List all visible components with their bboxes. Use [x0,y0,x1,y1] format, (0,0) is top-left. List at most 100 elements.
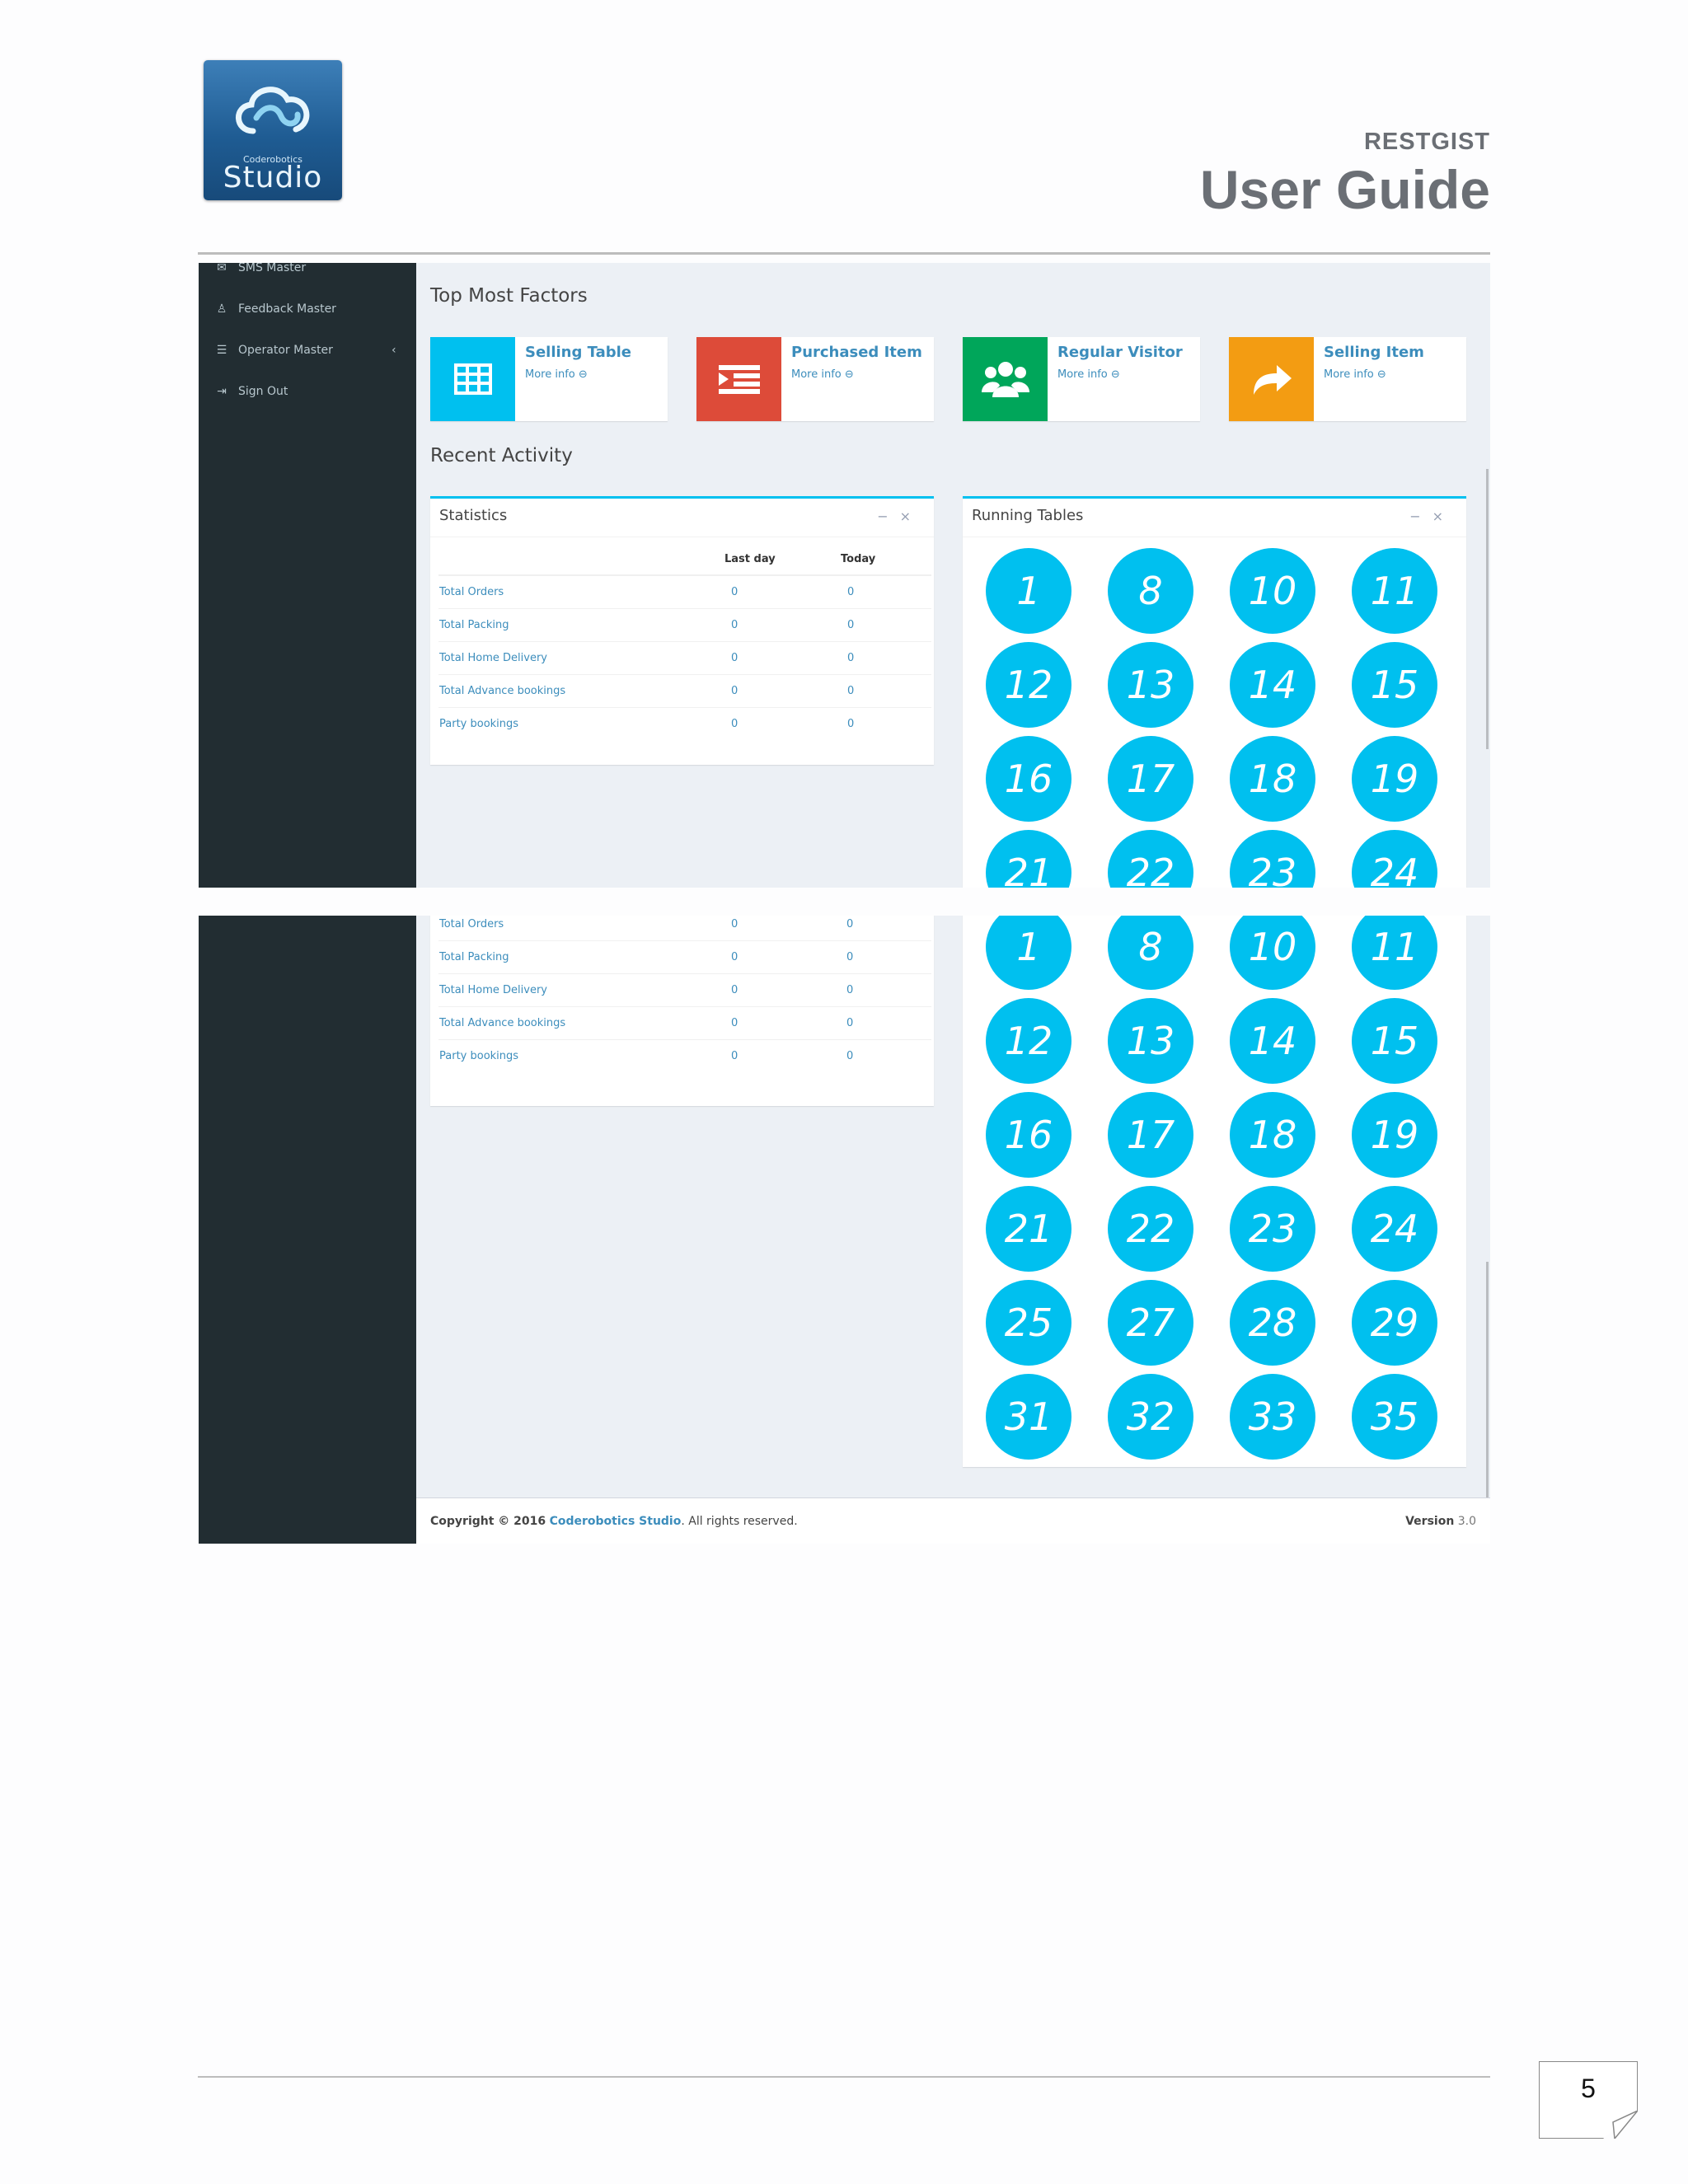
running-table-11[interactable]: 11 [1352,548,1437,634]
statistics-table: Total Orders 0 0 Total Packing 0 0 Total Hom… [438,916,931,1072]
running-table-13[interactable]: 13 [1108,642,1193,728]
arrow-circle-icon: ⊖ [1376,368,1386,381]
info-box-selling-item[interactable]: Selling Item More info ⊖ [1229,337,1466,421]
sidebar-item-label: SMS Master [238,263,307,274]
column-header-last-day: Last day [724,543,840,576]
company-logo: Coderobotics Studio [204,60,342,200]
chevron-left-icon[interactable]: ‹ [392,344,396,357]
table-row: Total Orders 0 0 [438,916,931,941]
running-tables-grid: 1 8 10 11 12 13 14 15 16 17 18 19 21 22 23 24 25 27 28 29 31… [986,916,1437,1460]
running-table-24[interactable]: 24 [1352,1186,1437,1272]
sidebar-item-label: Feedback Master [238,302,336,316]
info-box-selling-table[interactable]: Selling Table More info ⊖ [430,337,668,421]
running-table-25[interactable]: 25 [986,1280,1071,1366]
info-box-regular-visitor[interactable]: Regular Visitor More info ⊖ [963,337,1200,421]
running-table-31[interactable]: 31 [986,1374,1071,1460]
table-row: Party bookings 0 0 [438,707,931,740]
running-table-15[interactable]: 15 [1352,642,1437,728]
sidebar-item-operator-master[interactable]: ☰ Operator Master [215,344,333,357]
version-text: Version 3.0 [1405,1515,1476,1528]
box-title: Running Tables [972,507,1084,524]
sidebar-item-sign-out[interactable]: ⇥ Sign Out [215,385,288,398]
footer-divider [198,2076,1490,2078]
sidebar-item-feedback-master[interactable]: ♙ Feedback Master [215,302,336,316]
table-row: Total Home Delivery 0 0 [438,973,931,1007]
running-table-1[interactable]: 1 [986,916,1071,990]
more-info-link[interactable]: More info ⊖ [525,368,588,381]
info-box-title: Selling Item [1324,344,1424,361]
minimize-icon[interactable]: − [1409,509,1432,524]
running-table-29[interactable]: 29 [1352,1280,1437,1366]
info-box-title: Purchased Item [791,344,922,361]
logo-big-text: Studio [223,161,323,194]
running-table-17[interactable]: 17 [1108,1092,1193,1178]
running-table-14[interactable]: 14 [1230,998,1315,1084]
table-icon [430,337,515,421]
screenshot-divider [199,888,1490,916]
running-table-18[interactable]: 18 [1230,736,1315,822]
statistics-box: Statistics −× Last day Today Total Order… [430,496,934,765]
running-table-23[interactable]: 23 [1230,1186,1315,1272]
dashboard-screenshot-bottom: Total Orders 0 0 Total Packing 0 0 Total Hom… [199,916,1490,1544]
table-row: Total Packing 0 0 [438,608,931,642]
box-title: Statistics [439,507,508,524]
running-table-1[interactable]: 1 [986,548,1071,634]
running-table-33[interactable]: 33 [1230,1374,1315,1460]
running-table-24[interactable]: 24 [1352,830,1437,888]
arrow-circle-icon: ⊖ [1110,368,1120,381]
running-table-23[interactable]: 23 [1230,830,1315,888]
table-row: Total Packing 0 0 [438,940,931,974]
more-info-link[interactable]: More info ⊖ [1057,368,1120,381]
share-icon [1229,337,1314,421]
close-icon[interactable]: × [900,509,922,524]
minimize-icon[interactable]: − [877,509,899,524]
indent-icon [696,337,781,421]
running-table-28[interactable]: 28 [1230,1280,1315,1366]
running-table-13[interactable]: 13 [1108,998,1193,1084]
document-title: User Guide [1199,159,1490,220]
sign-out-icon: ⇥ [217,385,227,398]
running-table-17[interactable]: 17 [1108,736,1193,822]
header-divider [198,252,1490,255]
running-table-12[interactable]: 12 [986,642,1071,728]
close-icon[interactable]: × [1432,509,1455,524]
info-box-title: Selling Table [525,344,632,361]
running-table-11[interactable]: 11 [1352,916,1437,990]
more-info-link[interactable]: More info ⊖ [791,368,854,381]
running-table-10[interactable]: 10 [1230,548,1315,634]
running-tables-grid: 1 8 10 11 12 13 14 15 16 17 18 19 21 22 23 24 [986,548,1437,888]
running-table-27[interactable]: 27 [1108,1280,1193,1366]
running-table-22[interactable]: 22 [1108,1186,1193,1272]
running-tables-box: Running Tables −× 1 8 10 11 12 13 14 15 16 17 18 19… [963,496,1466,888]
list-icon: ☰ [216,344,227,357]
running-table-8[interactable]: 8 [1108,548,1193,634]
company-link[interactable]: Coderobotics Studio [550,1515,682,1528]
sidebar-item-sms-master[interactable]: ✉ SMS Master [215,263,306,274]
running-table-8[interactable]: 8 [1108,916,1193,990]
running-table-12[interactable]: 12 [986,998,1071,1084]
sidebar-item-label: Operator Master [238,344,333,357]
table-row: Party bookings 0 0 [438,1039,931,1072]
running-table-19[interactable]: 19 [1352,1092,1437,1178]
table-row: Total Home Delivery 0 0 [438,641,931,675]
running-table-16[interactable]: 16 [986,1092,1071,1178]
running-table-19[interactable]: 19 [1352,736,1437,822]
users-icon [963,337,1048,421]
running-table-35[interactable]: 35 [1352,1374,1437,1460]
page-number-box: 5 [1539,2061,1638,2139]
running-table-18[interactable]: 18 [1230,1092,1315,1178]
info-box-title: Regular Visitor [1057,344,1183,361]
running-table-16[interactable]: 16 [986,736,1071,822]
box-tools: −× [877,509,922,524]
running-table-21[interactable]: 21 [986,830,1071,888]
info-box-purchased-item[interactable]: Purchased Item More info ⊖ [696,337,934,421]
scrollbar[interactable] [1486,469,1489,749]
running-table-10[interactable]: 10 [1230,916,1315,990]
running-table-14[interactable]: 14 [1230,642,1315,728]
more-info-link[interactable]: More info ⊖ [1324,368,1386,381]
running-table-21[interactable]: 21 [986,1186,1071,1272]
sidebar: ✉ SMS Master ♙ Feedback Master ☰ Operato… [199,263,416,888]
running-table-22[interactable]: 22 [1108,830,1193,888]
running-table-32[interactable]: 32 [1108,1374,1193,1460]
running-table-15[interactable]: 15 [1352,998,1437,1084]
